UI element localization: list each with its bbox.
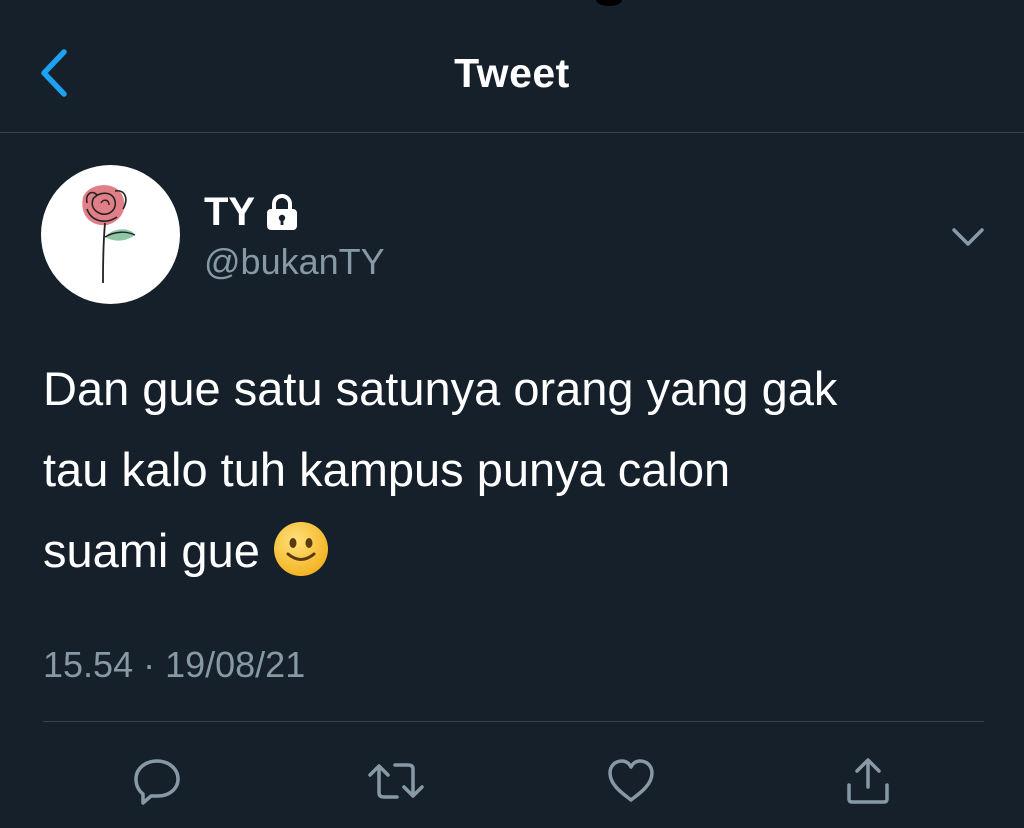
share-icon bbox=[847, 758, 889, 804]
author-handle[interactable]: @bukanTY bbox=[204, 240, 385, 284]
like-icon bbox=[608, 759, 654, 802]
slightly-smiling-face-icon bbox=[273, 522, 328, 576]
header-bar: Tweet bbox=[0, 0, 1024, 133]
display-name[interactable]: TY bbox=[204, 188, 255, 236]
share-button[interactable] bbox=[839, 752, 897, 810]
avatar[interactable] bbox=[41, 165, 180, 304]
reply-button[interactable] bbox=[128, 752, 186, 810]
chevron-down-icon bbox=[952, 228, 984, 246]
tweet-body: Dan gue satu satunya orang yang gak tau … bbox=[43, 362, 838, 577]
tweet-menu-button[interactable] bbox=[944, 216, 992, 256]
author-name-row[interactable]: TY bbox=[204, 188, 299, 236]
reply-icon bbox=[134, 759, 180, 805]
retweet-icon bbox=[368, 763, 424, 799]
lock-icon bbox=[267, 194, 298, 230]
rose-icon bbox=[82, 185, 136, 284]
page-title: Tweet bbox=[454, 50, 570, 96]
tweet-timestamp: 15.54 · 19/08/21 bbox=[43, 644, 306, 685]
like-button[interactable] bbox=[602, 752, 660, 810]
divider bbox=[43, 721, 984, 722]
tweet-text: Dan gue satu satunya orang yang gak tau … bbox=[43, 348, 993, 591]
retweet-button[interactable] bbox=[367, 752, 425, 810]
